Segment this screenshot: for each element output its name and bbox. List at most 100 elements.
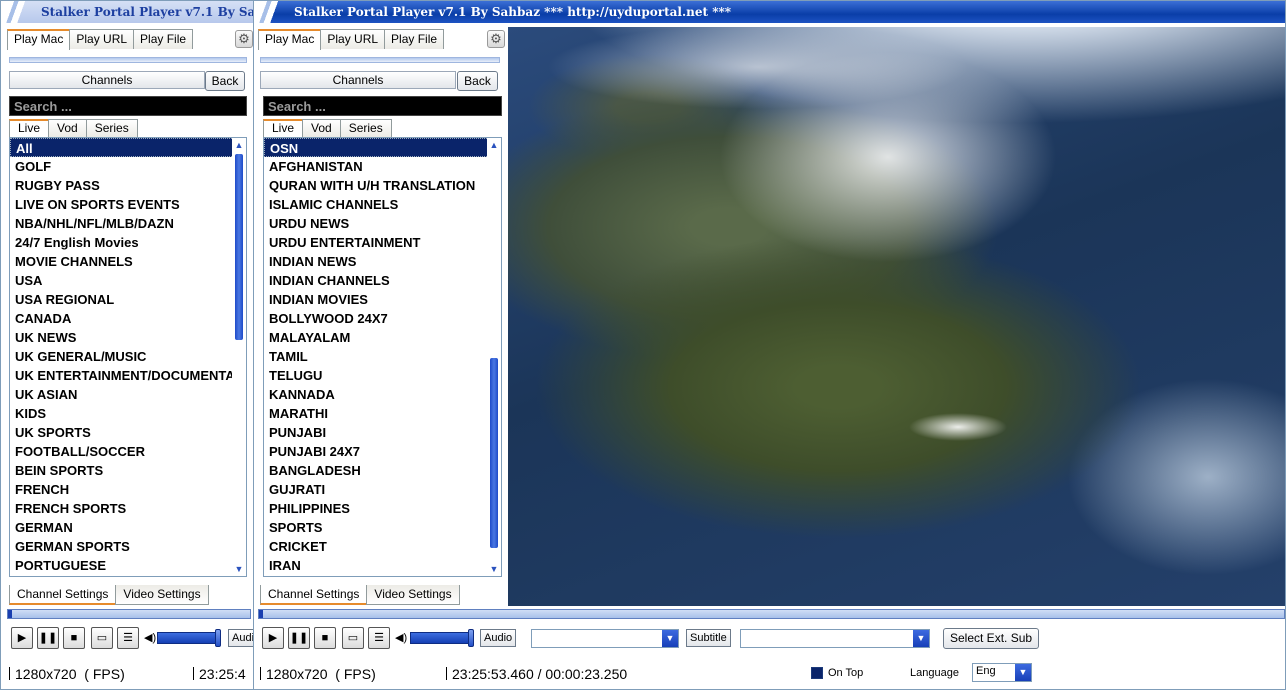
select-ext-sub-button[interactable]: Select Ext. Sub (943, 628, 1040, 649)
list-item[interactable]: ISLAMIC CHANNELS (264, 195, 501, 214)
list-item[interactable]: FRENCH SPORTS (10, 499, 246, 518)
tab-play-file[interactable]: Play File (133, 29, 194, 49)
play-icon[interactable]: ▶ (262, 627, 284, 649)
front-window-titlebar[interactable]: Stalker Portal Player v7.1 By Sahbaz ***… (254, 1, 1285, 23)
on-top-checkbox[interactable] (811, 667, 823, 679)
volume-icon[interactable]: ◀) (144, 631, 156, 644)
subtab-vod[interactable]: Vod (302, 119, 341, 137)
subtitle-button[interactable]: Subtitle (686, 629, 731, 647)
back-audio-button[interactable]: Audio (228, 629, 253, 647)
list-item[interactable]: GOLF (10, 157, 246, 176)
audio-button[interactable]: Audio (480, 629, 517, 647)
scroll-down-icon[interactable]: ▼ (234, 564, 244, 574)
chevron-down-icon[interactable]: ▼ (662, 630, 678, 647)
playlist-icon[interactable]: ☰ (117, 627, 139, 649)
list-item[interactable]: TAMIL (264, 347, 501, 366)
list-item[interactable]: LIVE ON SPORTS EVENTS (10, 195, 246, 214)
screen-icon[interactable]: ▭ (91, 627, 113, 649)
list-item[interactable]: GUJRATI (264, 480, 501, 499)
tab-channel-settings[interactable]: Channel Settings (260, 585, 368, 605)
pause-icon[interactable]: ❚❚ (288, 627, 310, 649)
list-item[interactable]: SPORTS (264, 518, 501, 537)
seek-bar[interactable] (258, 609, 1285, 619)
subtab-series[interactable]: Series (85, 119, 138, 137)
stop-icon[interactable]: ■ (314, 627, 336, 649)
tab-video-settings[interactable]: Video Settings (115, 585, 209, 605)
list-item[interactable]: 24/7 English Movies (10, 233, 246, 252)
list-item[interactable]: CRICKET (264, 537, 501, 556)
settings-gear-icon[interactable]: ⚙ (235, 30, 253, 48)
play-icon[interactable]: ▶ (11, 627, 33, 649)
list-item[interactable]: FRENCH (10, 480, 246, 499)
subtab-live[interactable]: Live (263, 119, 304, 137)
back-volume-slider[interactable] (157, 632, 221, 644)
subtab-series[interactable]: Series (339, 119, 392, 137)
list-item[interactable]: INDIAN NEWS (264, 252, 501, 271)
scroll-up-icon[interactable]: ▲ (234, 140, 244, 150)
playlist-icon[interactable]: ☰ (368, 627, 390, 649)
list-item[interactable]: UK GENERAL/MUSIC (10, 347, 246, 366)
list-item[interactable]: CANADA (10, 309, 246, 328)
channels-button[interactable]: Channels (9, 71, 205, 89)
list-item[interactable]: KANNADA (264, 385, 501, 404)
list-item[interactable]: USA REGIONAL (10, 290, 246, 309)
list-item[interactable]: IRAN (264, 556, 501, 575)
list-item[interactable]: USA (10, 271, 246, 290)
tab-play-file[interactable]: Play File (384, 29, 445, 49)
back-button[interactable]: Back (205, 71, 245, 91)
back-list-scrollbar[interactable]: ▲ ▼ (232, 138, 246, 576)
list-item[interactable]: GERMAN (10, 518, 246, 537)
list-item[interactable]: PUNJABI (264, 423, 501, 442)
subtab-live[interactable]: Live (9, 119, 50, 137)
scroll-up-icon[interactable]: ▲ (489, 140, 499, 150)
back-window-titlebar[interactable]: Stalker Portal Player v7.1 By Sahbaz (1, 1, 253, 23)
search-input[interactable]: Search ... (263, 96, 502, 116)
volume-slider[interactable] (410, 632, 474, 644)
list-item[interactable]: URDU ENTERTAINMENT (264, 233, 501, 252)
tab-video-settings[interactable]: Video Settings (366, 585, 460, 605)
list-item[interactable]: UK ENTERTAINMENT/DOCUMENTARY (10, 366, 246, 385)
list-item[interactable]: MOVIE CHANNELS (10, 252, 246, 271)
chevron-down-icon[interactable]: ▼ (913, 630, 929, 647)
back-button[interactable]: Back (457, 71, 498, 91)
list-item[interactable]: AFGHANISTAN (264, 157, 501, 176)
front-category-list[interactable]: OSN AFGHANISTAN QURAN WITH U/H TRANSLATION… (263, 137, 502, 577)
list-item[interactable]: OSN (264, 138, 501, 157)
pause-icon[interactable]: ❚❚ (37, 627, 59, 649)
list-item[interactable]: PORTUGUESE (10, 556, 246, 575)
list-item[interactable]: GERMAN SPORTS (10, 537, 246, 556)
list-item[interactable]: FOOTBALL/SOCCER (10, 442, 246, 461)
audio-track-select[interactable]: ▼ (531, 629, 679, 648)
chevron-down-icon[interactable]: ▼ (1015, 664, 1031, 681)
list-item[interactable]: UK NEWS (10, 328, 246, 347)
list-item[interactable]: PHILIPPINES (264, 499, 501, 518)
list-item[interactable]: All (10, 138, 246, 157)
list-item[interactable]: INDIAN MOVIES (264, 290, 501, 309)
list-item[interactable]: BOLLYWOOD 24X7 (264, 309, 501, 328)
list-item[interactable]: BANGLADESH (264, 461, 501, 480)
volume-icon[interactable]: ◀) (395, 631, 407, 644)
back-category-list[interactable]: All GOLF RUGBY PASS LIVE ON SPORTS EVENTS NB… (9, 137, 247, 577)
tab-channel-settings[interactable]: Channel Settings (9, 585, 117, 605)
search-input[interactable]: Search ... (9, 96, 247, 116)
front-list-scrollbar[interactable]: ▲ ▼ (487, 138, 501, 576)
list-item[interactable]: PUNJABI 24X7 (264, 442, 501, 461)
list-item[interactable]: TELUGU (264, 366, 501, 385)
scroll-down-icon[interactable]: ▼ (489, 564, 499, 574)
tab-play-url[interactable]: Play URL (69, 29, 135, 49)
stop-icon[interactable]: ■ (63, 627, 85, 649)
list-item[interactable]: INDIAN CHANNELS (264, 271, 501, 290)
screen-icon[interactable]: ▭ (342, 627, 364, 649)
subtab-vod[interactable]: Vod (48, 119, 87, 137)
list-item[interactable]: MALAYALAM (264, 328, 501, 347)
volume-knob[interactable] (468, 629, 474, 647)
subtitle-select[interactable]: ▼ (740, 629, 930, 648)
list-item[interactable]: MARATHI (264, 404, 501, 423)
list-item[interactable]: KIDS (10, 404, 246, 423)
list-item[interactable]: UK SPORTS (10, 423, 246, 442)
list-item[interactable]: RUGBY PASS (10, 176, 246, 195)
language-select[interactable]: Eng ▼ (972, 663, 1032, 682)
list-item[interactable]: QURAN WITH U/H TRANSLATION (264, 176, 501, 195)
channels-button[interactable]: Channels (260, 71, 456, 89)
scroll-thumb[interactable] (490, 358, 498, 548)
